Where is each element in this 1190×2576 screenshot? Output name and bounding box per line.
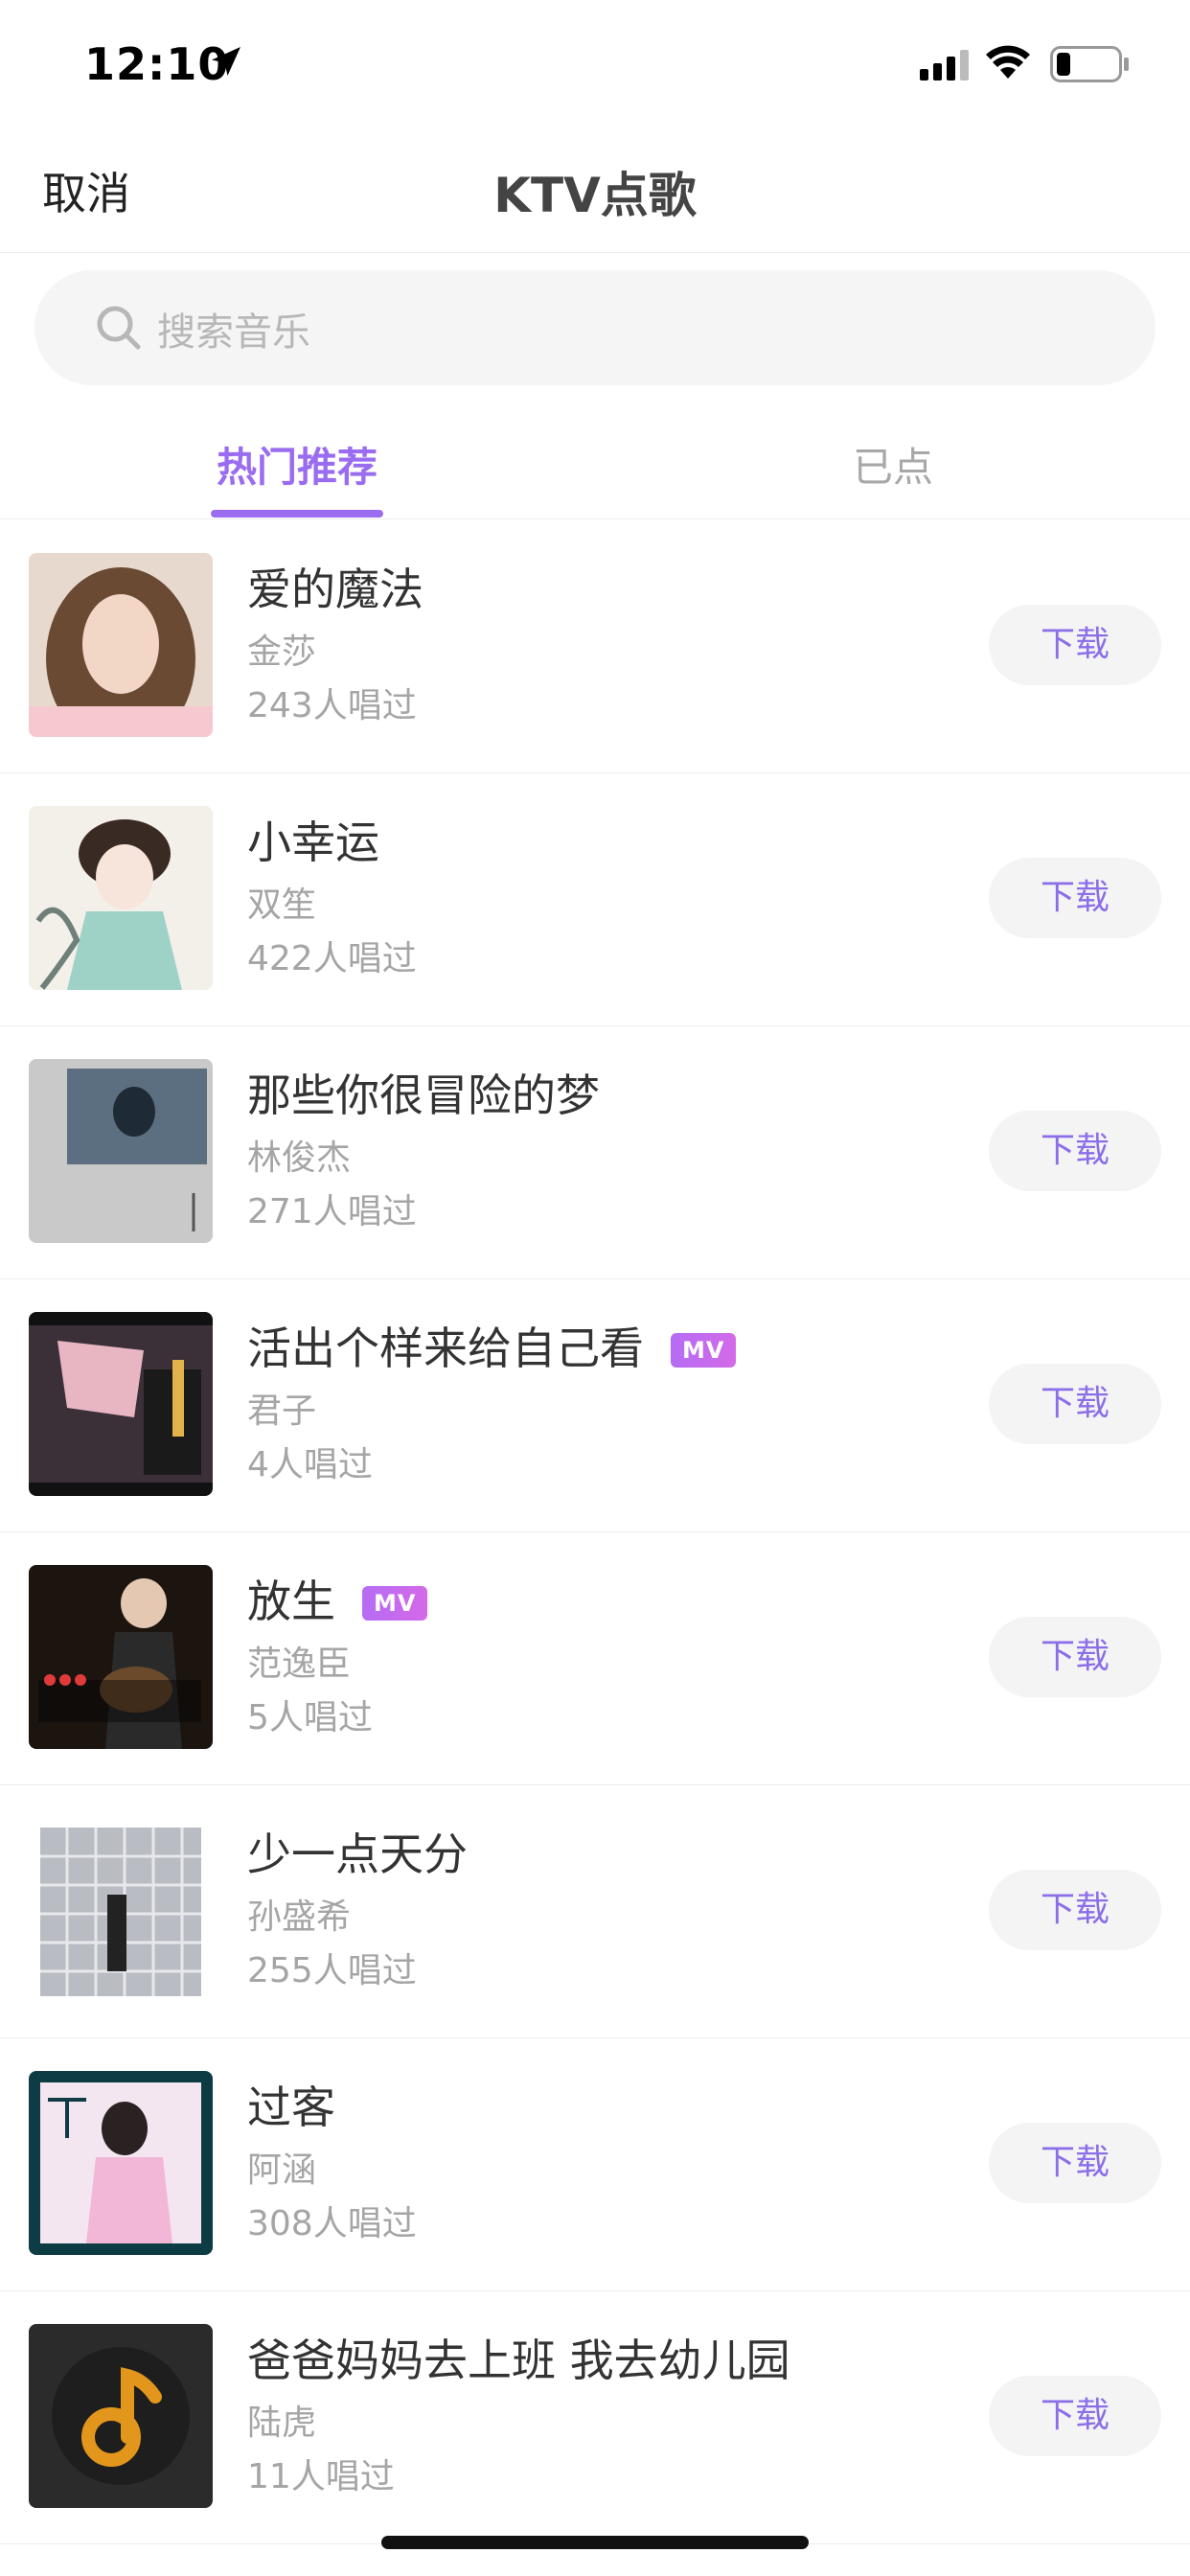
list-item[interactable]: 放生 MV 范逸臣 5人唱过 下载 <box>0 1532 1190 1785</box>
status-bar: 12:10 <box>0 0 1190 126</box>
sing-count: 5人唱过 <box>247 1698 373 1737</box>
battery-icon <box>1050 46 1129 82</box>
download-button[interactable]: 下载 <box>989 2123 1161 2203</box>
sing-count: 4人唱过 <box>247 1445 373 1484</box>
album-cover <box>29 1312 213 1496</box>
search-placeholder: 搜索音乐 <box>157 310 310 355</box>
song-artist: 君子 <box>247 1392 317 1431</box>
mv-badge: MV <box>671 1333 737 1368</box>
mv-badge: MV <box>362 1586 428 1621</box>
sing-count: 255人唱过 <box>247 1951 417 1990</box>
song-artist: 双笙 <box>247 886 317 925</box>
download-button[interactable]: 下载 <box>989 858 1161 938</box>
wifi-icon <box>986 45 1030 79</box>
album-cover <box>29 1565 213 1749</box>
status-time: 12:10 <box>84 38 230 90</box>
album-cover <box>29 806 213 990</box>
home-indicator[interactable] <box>381 2536 809 2549</box>
download-button[interactable]: 下载 <box>989 1870 1161 1950</box>
song-title: 放生 MV <box>247 1567 428 1630</box>
album-cover <box>29 2071 213 2255</box>
song-title: 活出个样来给自己看 MV <box>247 1314 737 1377</box>
list-item[interactable]: 活出个样来给自己看 MV 君子 4人唱过 下载 <box>0 1279 1190 1532</box>
sing-count: 308人唱过 <box>247 2204 417 2243</box>
song-title: 少一点天分 <box>247 1828 468 1880</box>
search-input[interactable]: 搜索音乐 <box>34 270 1156 385</box>
song-artist: 林俊杰 <box>247 1138 352 1178</box>
song-artist: 金莎 <box>247 632 317 672</box>
nav-bar: 取消 KTV点歌 <box>0 126 1190 253</box>
song-title: 小幸运 <box>247 816 379 868</box>
location-arrow-icon <box>212 47 240 76</box>
list-item[interactable]: 过客 阿涵 308人唱过 下载 <box>0 2038 1190 2291</box>
sing-count: 422人唱过 <box>247 939 417 978</box>
song-artist: 范逸臣 <box>247 1644 352 1684</box>
download-button[interactable]: 下载 <box>989 1364 1161 1444</box>
song-title: 爱的魔法 <box>247 564 423 615</box>
download-button[interactable]: 下载 <box>989 1111 1161 1191</box>
list-item[interactable]: 爸爸妈妈去上班 我去幼儿园 陆虎 11人唱过 下载 <box>0 2291 1190 2544</box>
list-item[interactable]: 那些你很冒险的梦 林俊杰 271人唱过 下载 <box>0 1026 1190 1279</box>
download-button[interactable]: 下载 <box>989 2376 1161 2456</box>
search-icon <box>97 306 141 350</box>
list-item[interactable]: 小幸运 双笙 422人唱过 下载 <box>0 773 1190 1026</box>
song-artist: 阿涵 <box>247 2150 317 2190</box>
tab-ordered[interactable]: 已点 <box>749 435 1037 494</box>
music-note-icon <box>29 2324 213 2508</box>
album-cover <box>29 1818 213 2002</box>
list-item[interactable]: 少一点天分 孙盛希 255人唱过 下载 <box>0 1785 1190 2038</box>
active-tab-indicator <box>211 510 383 518</box>
cellular-signal-icon <box>920 50 969 80</box>
song-list: 爱的魔法 金莎 243人唱过 下载 小幸运 双笙 422人唱过 下载 那些你很冒… <box>0 520 1190 2544</box>
song-artist: 孙盛希 <box>247 1898 352 1937</box>
song-title: 过客 <box>247 2082 335 2133</box>
download-button[interactable]: 下载 <box>989 605 1161 685</box>
song-title: 那些你很冒险的梦 <box>247 1070 600 1121</box>
album-cover <box>29 1059 213 1243</box>
sing-count: 243人唱过 <box>247 686 417 725</box>
tab-bar: 热门推荐 已点 <box>0 402 1190 519</box>
song-title: 爸爸妈妈去上班 我去幼儿园 <box>247 2334 790 2386</box>
song-artist: 陆虎 <box>247 2404 317 2443</box>
download-button[interactable]: 下载 <box>989 1617 1161 1697</box>
sing-count: 11人唱过 <box>247 2457 395 2496</box>
tab-hot-recommend[interactable]: 热门推荐 <box>153 435 441 494</box>
album-cover <box>29 553 213 737</box>
sing-count: 271人唱过 <box>247 1192 417 1231</box>
list-item[interactable]: 爱的魔法 金莎 243人唱过 下载 <box>0 520 1190 773</box>
page-title: KTV点歌 <box>493 168 697 223</box>
